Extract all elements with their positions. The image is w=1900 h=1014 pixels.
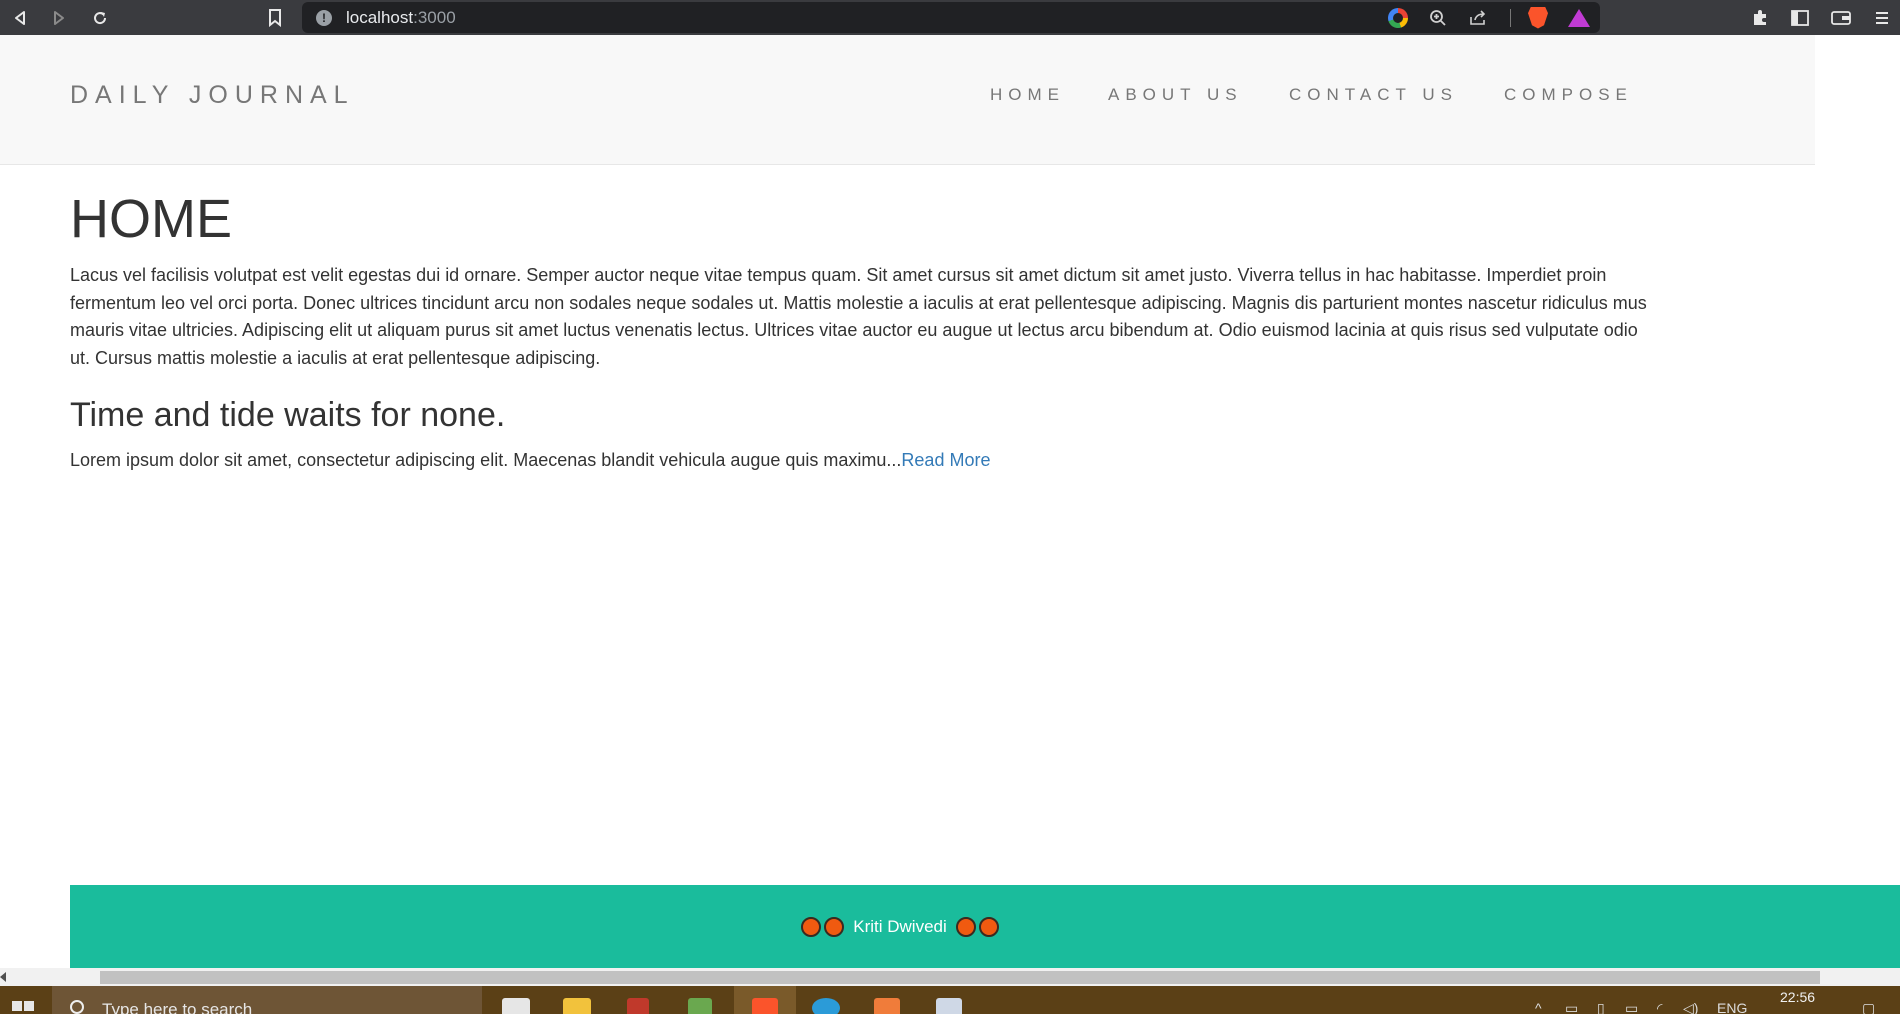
address-bar[interactable]: ! localhost:3000 (302, 2, 1600, 33)
url-port: :3000 (413, 8, 456, 27)
app-icon[interactable] (874, 998, 900, 1014)
volume-icon[interactable]: ◁) (1683, 1000, 1698, 1014)
windows-start-icon[interactable] (6, 998, 40, 1014)
app-icon[interactable] (688, 998, 712, 1014)
footer-author: Kriti Dwivedi (853, 916, 947, 936)
edge-browser-icon[interactable] (812, 998, 840, 1014)
file-explorer-icon[interactable] (563, 998, 591, 1014)
share-icon[interactable] (1463, 2, 1493, 33)
tray-app-icon[interactable]: ▭ (1565, 1000, 1578, 1014)
taskbar: Type here to search ^ ▭ ▯ ▭ ◜ ◁) ENG 22:… (0, 986, 1900, 1014)
decorative-dot-icon (801, 916, 822, 937)
read-more-link[interactable]: Read More (901, 450, 990, 470)
sidebar-icon[interactable] (1784, 0, 1816, 35)
url-host: localhost (346, 8, 414, 27)
site-footer: Kriti Dwivedi (70, 885, 1900, 968)
post-excerpt: Lorem ipsum dolor sit amet, consectetur … (70, 450, 990, 471)
search-icon (70, 1000, 84, 1014)
decorative-dot-icon (824, 916, 845, 937)
tray-app-icon[interactable]: ▭ (1625, 1000, 1638, 1014)
zoom-icon[interactable] (1423, 2, 1453, 33)
decorative-dot-icon (978, 916, 999, 937)
notifications-icon[interactable]: ▢ (1862, 1000, 1875, 1014)
brand-logo[interactable]: DAILY JOURNAL (70, 81, 355, 110)
browser-toolbar: ! localhost:3000 (0, 0, 1900, 35)
clock[interactable]: 22:56 (1780, 989, 1815, 1005)
scrollbar-thumb[interactable] (100, 971, 1820, 984)
site-info-icon[interactable]: ! (316, 10, 332, 26)
store-app-icon[interactable] (502, 998, 530, 1014)
nav-compose[interactable]: COMPOSE (1504, 85, 1633, 105)
brave-browser-icon[interactable] (752, 998, 778, 1014)
forward-icon[interactable] (44, 0, 74, 35)
wallet-icon[interactable] (1825, 0, 1857, 35)
intro-paragraph: Lacus vel facilisis volutpat est velit e… (70, 265, 1647, 368)
nav-about-us[interactable]: ABOUT US (1108, 85, 1243, 105)
office-app-icon[interactable] (627, 998, 649, 1014)
post-title: Time and tide waits for none. (70, 396, 506, 434)
google-icon[interactable] (1383, 2, 1413, 33)
nav-contact-us[interactable]: CONTACT US (1289, 85, 1458, 105)
footer-credit: Kriti Dwivedi (801, 916, 999, 937)
wifi-icon[interactable]: ◜ (1657, 1000, 1662, 1014)
horizontal-scrollbar[interactable] (0, 968, 1900, 986)
post-excerpt-text: Lorem ipsum dolor sit amet, consectetur … (70, 450, 902, 470)
decorative-dot-icon (955, 916, 976, 937)
brave-rewards-icon[interactable] (1564, 2, 1594, 33)
extensions-icon[interactable] (1744, 0, 1776, 35)
back-icon[interactable] (5, 0, 35, 35)
taskbar-search[interactable]: Type here to search (52, 986, 482, 1014)
search-placeholder: Type here to search (102, 1000, 253, 1014)
site-navbar: DAILY JOURNAL HOME ABOUT US CONTACT US C… (0, 35, 1815, 165)
app-icon[interactable] (936, 998, 962, 1014)
tray-chevron-icon[interactable]: ^ (1535, 1000, 1542, 1014)
separator (1510, 9, 1511, 27)
reload-icon[interactable] (85, 0, 115, 35)
nav-home[interactable]: HOME (990, 85, 1065, 105)
url-text[interactable]: localhost:3000 (346, 8, 456, 28)
page-title: HOME (70, 189, 232, 249)
menu-icon[interactable] (1866, 0, 1898, 35)
language-indicator[interactable]: ENG (1717, 1000, 1747, 1014)
bookmark-icon[interactable] (260, 0, 290, 35)
scroll-left-icon[interactable] (0, 972, 6, 982)
brave-shields-icon[interactable] (1523, 2, 1553, 33)
tray-app-icon[interactable]: ▯ (1597, 1000, 1605, 1014)
